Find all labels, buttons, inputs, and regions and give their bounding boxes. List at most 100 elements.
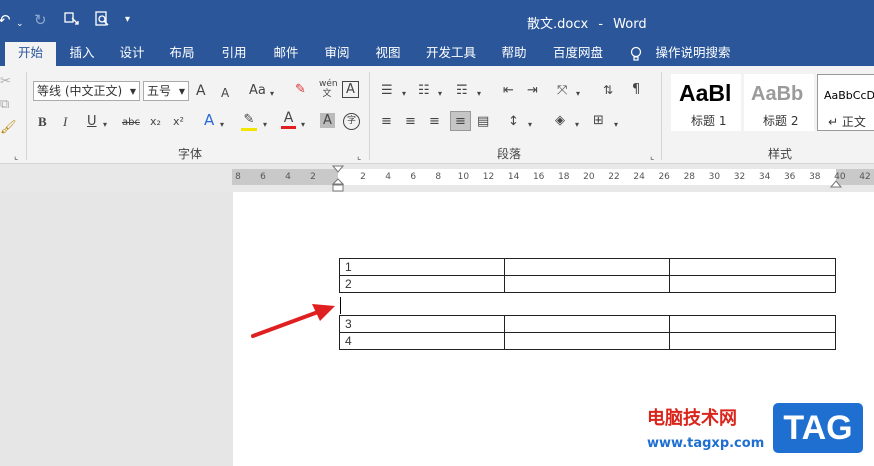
undo-icon[interactable]: ↶ — [0, 10, 11, 30]
tab-insert[interactable]: 插入 — [62, 42, 102, 66]
chevron-down-icon[interactable]: ▾ — [301, 117, 305, 133]
sort-icon[interactable]: ⇅ — [603, 82, 613, 98]
tab-design[interactable]: 设计 — [112, 42, 152, 66]
clipboard-launcher-icon[interactable]: ⌞ — [14, 149, 18, 165]
table-cell[interactable] — [669, 332, 836, 350]
chevron-down-icon[interactable]: ▾ — [477, 86, 481, 102]
decrease-indent-icon[interactable]: ⇤ — [503, 83, 514, 99]
tab-developer[interactable]: 开发工具 — [420, 42, 482, 66]
chevron-down-icon[interactable]: ▾ — [270, 86, 274, 102]
tab-references[interactable]: 引用 — [214, 42, 254, 66]
chevron-down-icon[interactable]: ▾ — [575, 117, 579, 133]
cut-icon[interactable]: ✂ — [0, 74, 11, 90]
copy-icon[interactable]: ⧉ — [0, 97, 9, 113]
lightbulb-icon[interactable] — [626, 42, 646, 66]
format-painter-icon[interactable]: 🖌 — [0, 120, 17, 136]
right-indent-marker[interactable] — [829, 178, 843, 192]
document-title: 散文.docx — [527, 17, 589, 32]
style-heading-1[interactable]: AaBl 标题 1 — [671, 74, 741, 131]
customize-qat-icon[interactable]: ▾ — [125, 10, 130, 30]
paragraph-launcher-icon[interactable]: ⌞ — [650, 149, 654, 165]
table-bottom-part[interactable]: 34 — [339, 315, 836, 350]
bullets-icon[interactable]: ☰ — [381, 83, 393, 99]
text-cursor — [340, 297, 341, 314]
chevron-down-icon[interactable]: ▾ — [614, 117, 618, 133]
chevron-down-icon[interactable]: ▾ — [528, 117, 532, 133]
table-cell[interactable] — [503, 315, 671, 333]
separator — [26, 72, 27, 160]
table-cell[interactable] — [669, 315, 836, 333]
table-cell[interactable] — [503, 275, 671, 293]
chevron-down-icon[interactable]: ▾ — [263, 117, 267, 133]
shrink-font-icon[interactable]: A — [221, 85, 229, 101]
font-size-combo[interactable]: 五号 ▼ — [143, 81, 189, 101]
change-case-icon[interactable]: Aa — [249, 83, 266, 99]
distributed-icon[interactable]: ▤ — [477, 114, 489, 130]
borders-icon[interactable]: ⊞ — [593, 113, 604, 129]
print-preview-icon[interactable] — [93, 10, 111, 33]
font-color-icon[interactable]: A — [281, 111, 296, 129]
chinese-layout-icon[interactable]: ⤧ — [557, 83, 567, 99]
table-row: 3 — [339, 315, 836, 333]
multilevel-list-icon[interactable]: ☶ — [456, 83, 468, 99]
chevron-down-icon[interactable]: ▾ — [402, 86, 406, 102]
bold-button[interactable]: B — [38, 114, 47, 130]
text-effects-icon[interactable]: A — [204, 112, 214, 128]
style-heading-2[interactable]: AaBb 标题 2 — [744, 74, 814, 131]
tell-me-search[interactable]: 操作说明搜索 — [652, 42, 734, 66]
chevron-down-icon[interactable]: ▾ — [438, 86, 442, 102]
clear-formatting-icon[interactable]: ✎ — [295, 82, 306, 98]
chevron-down-icon[interactable]: ▾ — [576, 86, 580, 102]
table-cell[interactable] — [503, 332, 671, 350]
table-cell[interactable]: 4 — [339, 332, 505, 350]
tab-home[interactable]: 开始 — [5, 42, 56, 66]
tab-baidu-netdisk[interactable]: 百度网盘 — [546, 42, 610, 66]
ruler-number: 38 — [809, 172, 821, 182]
line-spacing-icon[interactable]: ↕ — [508, 114, 519, 130]
chevron-down-icon[interactable]: ▾ — [103, 117, 107, 133]
undo-dropdown-icon[interactable]: ⌄ — [16, 14, 24, 34]
justify-icon[interactable]: ≡ — [450, 111, 471, 131]
align-center-icon[interactable]: ≡ — [405, 114, 416, 130]
table-cell[interactable] — [669, 258, 836, 276]
increase-indent-icon[interactable]: ⇥ — [527, 83, 538, 99]
shading-icon[interactable]: ◈ — [555, 113, 565, 129]
table-cell[interactable] — [503, 258, 671, 276]
tab-help[interactable]: 帮助 — [494, 42, 534, 66]
align-right-icon[interactable]: ≡ — [429, 114, 440, 130]
strikethrough-button[interactable]: abc — [122, 115, 140, 131]
show-marks-icon[interactable]: ¶ — [632, 82, 640, 98]
underline-button[interactable]: U — [87, 114, 97, 130]
style-preview: AaBb — [751, 83, 804, 105]
italic-button[interactable]: I — [63, 114, 67, 130]
tab-mailings[interactable]: 邮件 — [266, 42, 306, 66]
tab-review[interactable]: 审阅 — [317, 42, 357, 66]
font-group-label: 字体 — [178, 147, 203, 161]
font-name-value: 等线 (中文正文) — [37, 84, 123, 98]
superscript-button[interactable]: x² — [173, 114, 184, 130]
numbering-icon[interactable]: ☷ — [418, 83, 430, 99]
table-cell[interactable] — [669, 275, 836, 293]
grow-font-icon[interactable]: A — [196, 83, 206, 99]
table-top-part[interactable]: 12 — [339, 258, 836, 293]
table-cell[interactable]: 1 — [339, 258, 505, 276]
align-left-icon[interactable]: ≡ — [381, 114, 392, 130]
touch-mode-icon[interactable] — [63, 10, 81, 33]
font-launcher-icon[interactable]: ⌞ — [357, 149, 361, 165]
character-border-icon[interactable]: A — [342, 81, 359, 98]
redo-icon[interactable]: ↻ — [34, 10, 47, 30]
chevron-down-icon[interactable]: ▾ — [220, 117, 224, 133]
style-normal[interactable]: AaBbCcD ↵ 正文 — [817, 74, 874, 131]
table-cell[interactable]: 3 — [339, 315, 505, 333]
highlight-icon[interactable]: ✎ — [241, 112, 257, 131]
font-name-combo[interactable]: 等线 (中文正文) ▼ — [33, 81, 140, 101]
phonetic-guide-label: wén — [319, 79, 338, 89]
subscript-button[interactable]: x₂ — [150, 114, 161, 130]
phonetic-guide-icon[interactable]: wén 文 — [319, 79, 338, 99]
ruler-number: 14 — [507, 172, 520, 182]
character-shading-icon[interactable]: A — [320, 113, 335, 128]
tab-view[interactable]: 视图 — [368, 42, 408, 66]
table-cell[interactable]: 2 — [339, 275, 505, 293]
tab-layout[interactable]: 布局 — [162, 42, 202, 66]
enclose-characters-icon[interactable]: 字 — [343, 113, 360, 130]
